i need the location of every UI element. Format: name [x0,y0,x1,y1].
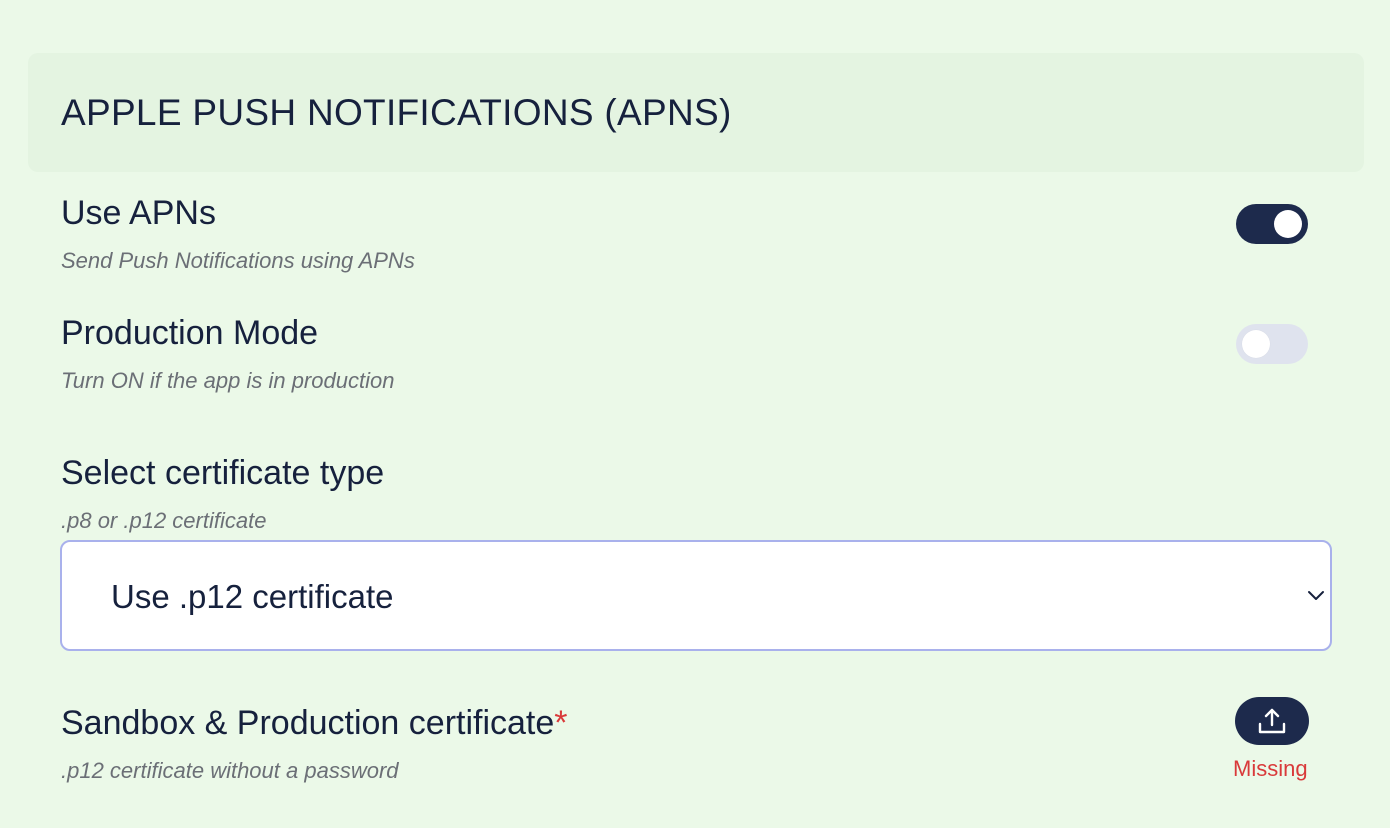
upload-button[interactable] [1235,697,1309,745]
certificate-type-label: Select certificate type [61,454,385,492]
use-apns-toggle[interactable] [1236,204,1308,244]
chevron-down-icon [1308,591,1324,600]
production-mode-toggle[interactable] [1236,324,1308,364]
certificate-type-select[interactable]: Use .p12 certificate [60,540,1332,651]
production-mode-label: Production Mode [61,314,319,352]
use-apns-label: Use APNs [61,194,216,232]
upload-status: Missing [1233,756,1308,781]
certificate-type-description: .p8 or .p12 certificate [61,508,267,533]
section-title: APPLE PUSH NOTIFICATIONS (APNS) [61,92,732,133]
certificate-upload-label: Sandbox & Production certificate* [61,704,568,743]
required-mark: * [554,704,568,742]
certificate-type-selected-value: Use .p12 certificate [111,578,394,615]
toggle-knob [1242,330,1270,358]
upload-icon [1258,708,1286,734]
certificate-upload-label-text: Sandbox & Production certificate [61,704,555,742]
section-header: APPLE PUSH NOTIFICATIONS (APNS) [28,53,1364,172]
toggle-knob [1274,210,1302,238]
certificate-upload-description: .p12 certificate without a password [61,758,399,783]
production-mode-description: Turn ON if the app is in production [61,368,395,393]
use-apns-description: Send Push Notifications using APNs [61,248,415,273]
